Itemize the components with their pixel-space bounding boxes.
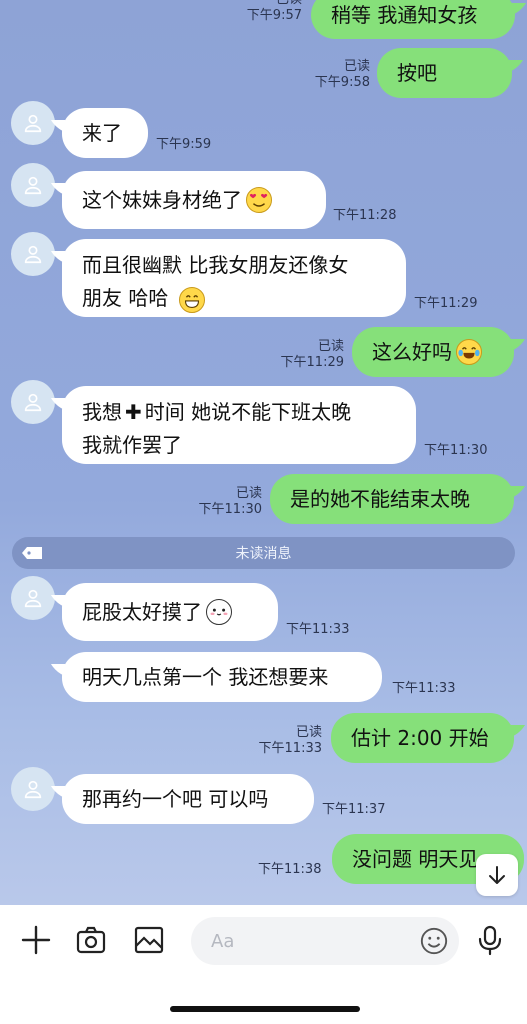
message-text: 估计 2:00 开始 [351, 725, 489, 750]
tag-icon [22, 547, 42, 559]
grinning-emoji-icon [178, 286, 205, 313]
message-time: 下午11:29 [280, 355, 344, 370]
user-silhouette-icon [24, 393, 42, 412]
message-meta: 已读 下午9:58 [306, 59, 370, 91]
message-meta: 已读 下午11:33 [256, 725, 322, 757]
message-text-fragment: 我想 [82, 400, 122, 424]
contact-avatar[interactable] [11, 163, 55, 207]
message-bubble-outgoing[interactable]: 按吧 [377, 48, 512, 98]
voice-message-button[interactable] [472, 922, 508, 958]
message-bubble-incoming[interactable]: 那再约一个吧 可以吗 [62, 774, 314, 824]
message-bubble-outgoing[interactable]: 是的她不能结束太晚 [270, 474, 514, 524]
message-text: 屁股太好摸了 [82, 599, 202, 624]
chat-area[interactable]: 已读 下午9:57 稍等 我通知女孩 已读 下午9:58 按吧 来了 下午9:5… [0, 0, 527, 905]
user-silhouette-icon [24, 589, 42, 608]
read-receipt: 已读 [343, 59, 370, 74]
message-time: 下午9:58 [314, 75, 370, 90]
message-bubble-outgoing[interactable]: 稍等 我通知女孩 [311, 0, 515, 39]
message-time: 下午11:30 [424, 443, 488, 458]
camera-button[interactable] [73, 922, 109, 958]
read-receipt: 已读 [317, 339, 344, 354]
message-time: 下午11:33 [392, 681, 456, 696]
message-time: 下午11:28 [333, 208, 397, 223]
read-receipt: 已读 [240, 0, 302, 8]
message-text: 来了 [82, 120, 122, 145]
message-time: 下午11:30 [198, 502, 262, 517]
read-receipt: 已读 [235, 486, 262, 501]
tears-of-joy-emoji-icon [456, 339, 482, 365]
message-time: 下午11:33 [258, 741, 322, 756]
message-bubble-incoming[interactable]: 明天几点第一个 我还想要来 [62, 652, 382, 702]
message-text: 这个妹妹身材绝了 [82, 187, 242, 212]
add-attachment-button[interactable] [18, 922, 54, 958]
message-text: 按吧 [397, 60, 437, 85]
message-text-line: 我就作罢了 [82, 433, 182, 457]
message-bubble-incoming[interactable]: 屁股太好摸了 [62, 583, 278, 641]
contact-avatar[interactable] [11, 767, 55, 811]
smiley-icon [420, 927, 448, 955]
message-meta: 已读 下午9:57 [240, 0, 302, 24]
user-silhouette-icon [24, 780, 42, 799]
message-meta: 已读 下午11:29 [278, 339, 344, 371]
camera-icon [76, 926, 106, 954]
message-bubble-incoming[interactable]: 来了 [62, 108, 148, 158]
message-text: 没问题 明天见 [352, 846, 479, 871]
message-meta: 已读 下午11:30 [196, 486, 262, 518]
user-silhouette-icon [24, 245, 42, 264]
message-bubble-incoming[interactable]: 我想 ✚ 时间 她说不能下班太晚 我就作罢了 [62, 386, 416, 464]
microphone-icon [478, 925, 502, 956]
message-time: 下午11:38 [258, 862, 322, 877]
plus-sign-emoji-icon: ✚ [125, 400, 142, 424]
unread-messages-divider: 未读消息 [12, 537, 515, 569]
user-silhouette-icon [24, 114, 42, 133]
message-bubble-incoming[interactable]: 而且很幽默 比我女朋友还像女 朋友 哈哈 [62, 239, 406, 317]
contact-avatar[interactable] [11, 380, 55, 424]
bear-face-emoji-icon [206, 599, 232, 625]
message-text: 明天几点第一个 我还想要来 [82, 664, 329, 689]
message-text: 那再约一个吧 可以吗 [82, 786, 269, 811]
user-silhouette-icon [24, 176, 42, 195]
contact-avatar[interactable] [11, 232, 55, 276]
message-time: 下午9:59 [156, 137, 212, 152]
message-time: 下午11:37 [322, 802, 386, 817]
divider-label: 未读消息 [235, 546, 292, 562]
message-bubble-incoming[interactable]: 这个妹妹身材绝了 [62, 171, 326, 229]
message-time: 下午9:57 [246, 8, 302, 23]
arrow-down-icon [489, 866, 505, 884]
read-receipt: 已读 [295, 725, 322, 740]
gallery-button[interactable] [131, 922, 167, 958]
scroll-to-bottom-button[interactable] [476, 854, 518, 896]
message-text: 是的她不能结束太晚 [290, 486, 470, 511]
plus-icon [21, 925, 51, 955]
home-indicator[interactable] [170, 1006, 360, 1012]
message-bubble-outgoing[interactable]: 估计 2:00 开始 [331, 713, 514, 763]
message-time: 下午11:33 [286, 622, 350, 637]
message-time: 下午11:29 [414, 296, 478, 311]
emoji-button[interactable] [416, 923, 452, 959]
message-text: 稍等 我通知女孩 [331, 2, 478, 27]
message-text-line: 而且很幽默 比我女朋友还像女 [82, 253, 349, 277]
message-text: 这么好吗 [372, 339, 452, 364]
contact-avatar[interactable] [11, 576, 55, 620]
message-text-fragment: 时间 她说不能下班太晚 [144, 400, 352, 424]
message-text-line: 朋友 哈哈 [82, 286, 169, 310]
contact-avatar[interactable] [11, 101, 55, 145]
message-bubble-outgoing[interactable]: 这么好吗 [352, 327, 514, 377]
heart-eyes-emoji-icon [246, 187, 272, 213]
image-icon [134, 926, 164, 954]
